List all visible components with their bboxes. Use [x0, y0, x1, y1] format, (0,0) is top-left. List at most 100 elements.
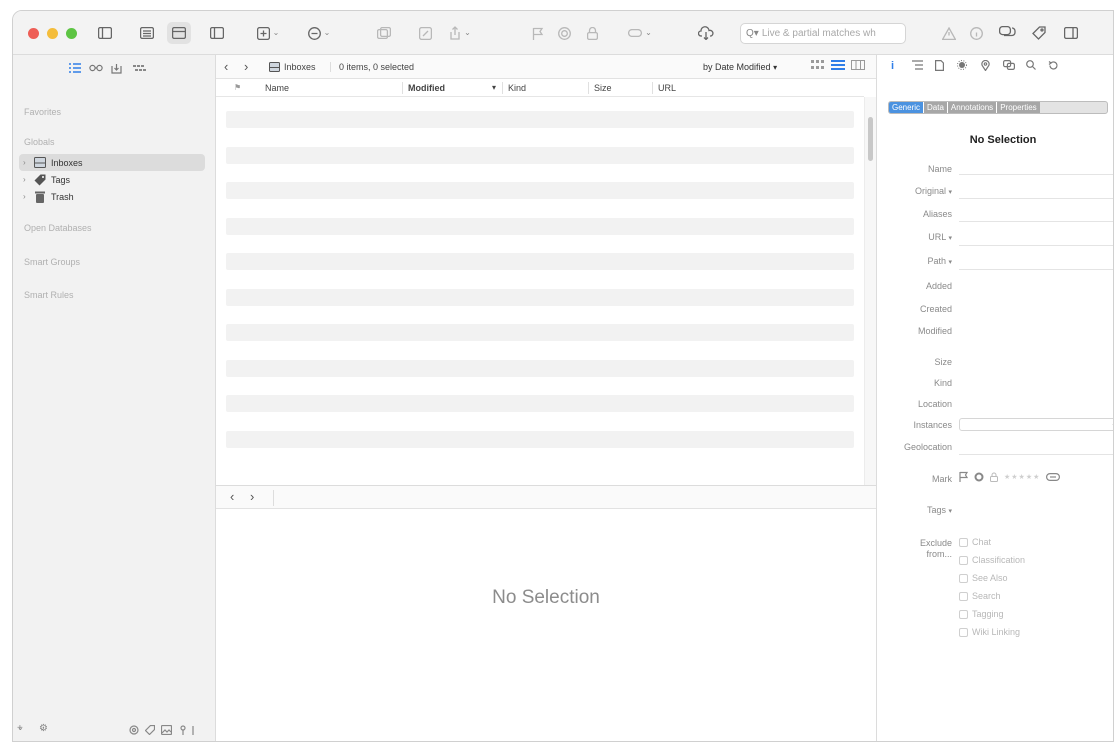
column-view-icon[interactable] — [851, 60, 865, 70]
flag-icon[interactable] — [959, 471, 968, 482]
path-label[interactable]: Path ▾ — [927, 256, 952, 266]
sidebar-tab-reading[interactable] — [89, 63, 103, 75]
exclude-see-also-checkbox[interactable]: See Also — [959, 573, 1008, 583]
exclude-tagging-checkbox[interactable]: Tagging — [959, 609, 1004, 619]
new-item-button[interactable]: ⌄ — [251, 22, 285, 44]
layout-split-button[interactable] — [167, 22, 191, 44]
sync-button[interactable] — [697, 22, 715, 44]
document-outline-icon[interactable] — [912, 60, 923, 73]
search-icon[interactable] — [1026, 60, 1036, 73]
instances-popup[interactable]: ⌄ — [959, 418, 1113, 431]
url-field[interactable] — [959, 245, 1113, 246]
sidebar-item-inboxes[interactable]: › Inboxes — [19, 154, 205, 171]
table-row[interactable] — [226, 217, 854, 235]
original-label[interactable]: Original ▾ — [915, 186, 952, 196]
rating-stars[interactable]: ★★★★★ — [1004, 473, 1040, 481]
table-row[interactable] — [226, 430, 854, 448]
name-column-header[interactable]: Name — [265, 83, 289, 93]
path-field[interactable] — [959, 269, 1113, 270]
segment-data[interactable]: Data — [924, 102, 948, 113]
tags-button[interactable] — [1031, 22, 1047, 44]
toggle-inspector-button[interactable] — [1063, 22, 1079, 44]
table-row[interactable] — [226, 111, 854, 128]
breadcrumb[interactable]: Inboxes — [269, 62, 316, 72]
exclude-wiki-linking-checkbox[interactable]: Wiki Linking — [959, 627, 1020, 637]
document-icon[interactable] — [935, 60, 944, 74]
segment-generic[interactable]: Generic — [889, 102, 925, 113]
list-view-icon[interactable] — [831, 60, 845, 70]
pin-button[interactable] — [179, 725, 187, 738]
segment-annotations[interactable]: Annotations — [947, 102, 998, 113]
zoom-button[interactable] — [66, 28, 77, 39]
sidebar-item-trash[interactable]: › Trash — [19, 188, 205, 205]
exclude-chat-checkbox[interactable]: Chat — [959, 537, 991, 547]
lock-icon[interactable] — [990, 472, 998, 482]
url-label[interactable]: URL ▾ — [928, 232, 952, 242]
toggle-sidebar-button[interactable] — [97, 22, 113, 44]
concordance-icon[interactable] — [957, 60, 967, 73]
forward-button[interactable]: › — [244, 59, 248, 74]
info-small-button[interactable] — [191, 725, 195, 738]
modified-column-header[interactable]: Modified — [408, 83, 445, 93]
info-button[interactable] — [968, 22, 984, 44]
open-externally-button[interactable] — [417, 22, 433, 44]
segment-properties[interactable]: Properties — [997, 102, 1040, 113]
tag-filter-button[interactable] — [144, 724, 156, 738]
label-capsule-icon[interactable] — [1046, 472, 1061, 481]
toggle-inspector-left-button[interactable] — [209, 22, 225, 44]
flag-column-header[interactable]: ⚑ — [234, 83, 241, 92]
checkbox[interactable] — [959, 537, 968, 547]
action-menu-button[interactable]: ⌄ — [302, 22, 336, 44]
warning-button[interactable] — [941, 22, 957, 44]
checkbox[interactable] — [959, 573, 968, 583]
sidebar-tab-imports[interactable] — [111, 63, 122, 77]
table-row[interactable] — [226, 253, 854, 270]
table-row[interactable] — [226, 324, 854, 341]
sidebar-item-tags[interactable]: › Tags — [19, 171, 205, 188]
sidebar-tab-list[interactable] — [69, 63, 81, 76]
icon-view-icon[interactable] — [811, 60, 825, 70]
checkbox[interactable] — [959, 609, 968, 619]
table-row[interactable] — [226, 359, 854, 377]
table-row[interactable] — [226, 288, 854, 306]
history-icon[interactable] — [1048, 60, 1059, 74]
share-button[interactable]: ⌄ — [445, 22, 475, 44]
table-row[interactable] — [226, 395, 854, 412]
tags-label[interactable]: Tags ▾ — [927, 505, 952, 515]
exclude-search-checkbox[interactable]: Search — [959, 591, 1001, 601]
exclude-classification-checkbox[interactable]: Classification — [959, 555, 1025, 565]
checkbox[interactable] — [959, 555, 968, 565]
checkbox[interactable] — [959, 591, 968, 601]
list-scrollbar[interactable] — [864, 97, 876, 487]
kind-column-header[interactable]: Kind — [508, 83, 526, 93]
label-button[interactable]: ⌄ — [623, 22, 657, 44]
flag-button[interactable] — [531, 22, 545, 44]
sync-status-button[interactable] — [129, 725, 139, 738]
layout-widescreen-button[interactable] — [139, 22, 155, 44]
preview-back-button[interactable]: ‹ — [230, 489, 234, 504]
aliases-field[interactable] — [959, 221, 1113, 222]
chat-button[interactable] — [997, 22, 1017, 44]
search-field[interactable]: Q▾ — [740, 23, 906, 44]
checkbox[interactable] — [959, 627, 968, 637]
url-column-header[interactable]: URL — [658, 83, 676, 93]
sidebar-tab-tags[interactable] — [133, 63, 147, 76]
original-field[interactable] — [959, 198, 1113, 199]
location-pin-icon[interactable] — [981, 59, 990, 74]
minimize-button[interactable] — [47, 28, 58, 39]
sort-menu[interactable]: by Date Modified ▾ — [703, 62, 777, 72]
name-field[interactable] — [959, 174, 1113, 175]
table-row[interactable] — [226, 182, 854, 199]
geolocation-field[interactable] — [959, 454, 1113, 455]
related-items-icon[interactable] — [1003, 60, 1016, 73]
duplicate-button[interactable] — [376, 22, 392, 44]
search-input[interactable] — [761, 28, 905, 39]
back-button[interactable]: ‹ — [224, 59, 228, 74]
unread-circle-icon[interactable] — [974, 472, 984, 482]
table-row[interactable] — [226, 146, 854, 164]
scrollbar-thumb[interactable] — [868, 117, 873, 161]
size-column-header[interactable]: Size — [594, 83, 612, 93]
preview-forward-button[interactable]: › — [250, 489, 254, 504]
info-icon[interactable]: i — [891, 60, 894, 72]
lock-button[interactable] — [585, 22, 599, 44]
